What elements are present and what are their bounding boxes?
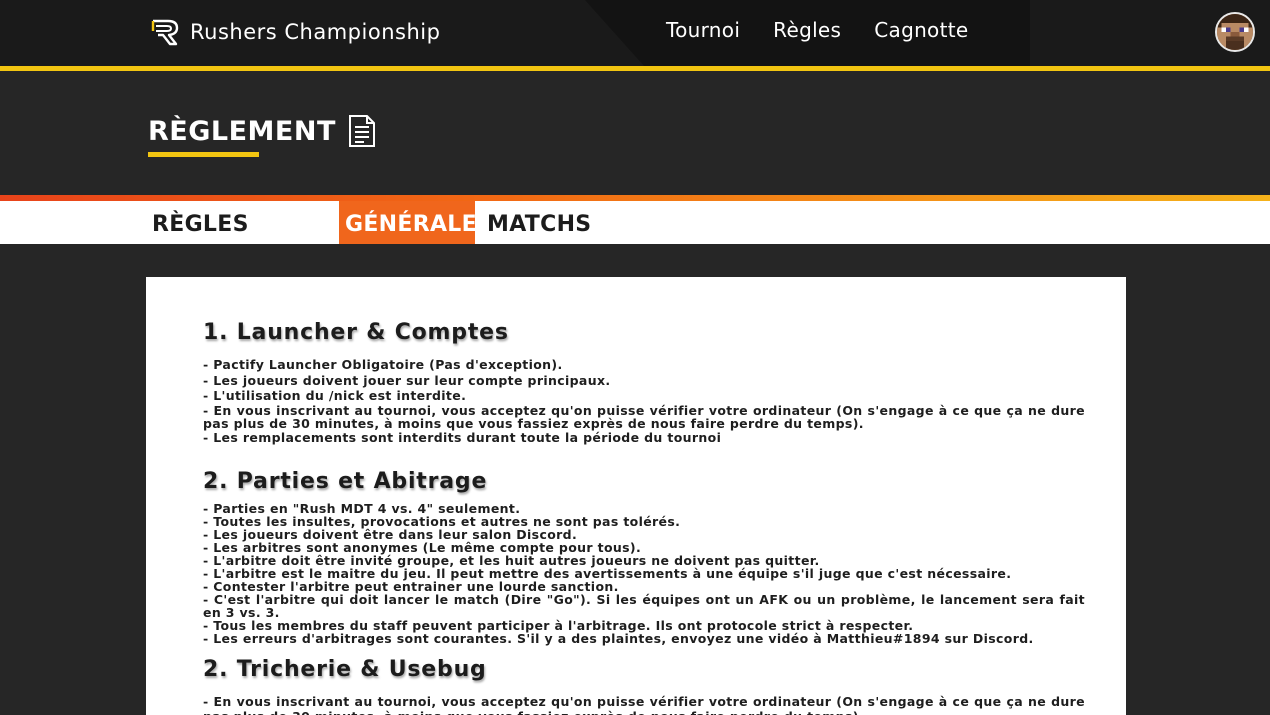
main-nav: Tournoi Règles Cagnotte <box>666 18 968 42</box>
nav-link-tournoi[interactable]: Tournoi <box>666 18 740 42</box>
brand-name: Rushers Championship <box>190 20 441 44</box>
nav-link-cagnotte[interactable]: Cagnotte <box>874 18 968 42</box>
page-title-underline <box>148 152 259 157</box>
player-head-avatar-icon <box>1217 14 1253 50</box>
rule-item: - En vous inscrivant au tournoi, vous ac… <box>203 694 1085 715</box>
rushers-logo-icon <box>151 19 179 46</box>
rule-item: - Les erreurs d'arbitrages sont courante… <box>203 631 1034 646</box>
tab-generales[interactable]: GÉNÉRALES <box>339 201 493 244</box>
rules-section: 2. Tricherie & Usebug - En vous inscriva… <box>203 657 1085 715</box>
page-title-wrap: RÈGLEMENT <box>148 114 376 148</box>
section-title: 2. Tricherie & Usebug <box>203 657 487 682</box>
rules-tabbar: RÈGLES GÉNÉRALES MATCHS <box>0 201 1270 244</box>
tab-matchs[interactable]: MATCHS <box>487 201 591 244</box>
rule-item: - L'utilisation du /nick est interdite. <box>203 388 467 403</box>
rule-item: - En vous inscrivant au tournoi, vous ac… <box>203 402 1085 431</box>
rule-item: - Pactify Launcher Obligatoire (Pas d'ex… <box>203 357 563 372</box>
rules-section: 1. Launcher & Comptes - Pactify Launcher… <box>203 320 1085 445</box>
nav-link-regles[interactable]: Règles <box>773 18 841 42</box>
top-navbar: Rushers Championship Tournoi Règles Cagn… <box>0 0 1270 67</box>
rule-item: - Les joueurs doivent jouer sur leur com… <box>203 372 611 388</box>
page-title: RÈGLEMENT <box>148 115 336 147</box>
tab-regles[interactable]: RÈGLES <box>152 201 249 244</box>
brand-link[interactable]: Rushers Championship <box>150 16 440 48</box>
user-avatar[interactable] <box>1215 12 1255 52</box>
section-title: 1. Launcher & Comptes <box>203 320 509 345</box>
rules-card: 1. Launcher & Comptes - Pactify Launcher… <box>146 277 1126 715</box>
rule-item: - C'est l'arbitre qui doit lancer le mat… <box>203 592 1085 620</box>
section-title: 2. Parties et Abitrage <box>203 469 488 494</box>
rules-section: 2. Parties et Abitrage - Parties en "Rus… <box>203 469 1085 645</box>
rule-item: - Les remplacements sont interdits duran… <box>203 429 722 445</box>
navbar-border <box>0 66 1270 71</box>
document-icon <box>348 115 375 147</box>
